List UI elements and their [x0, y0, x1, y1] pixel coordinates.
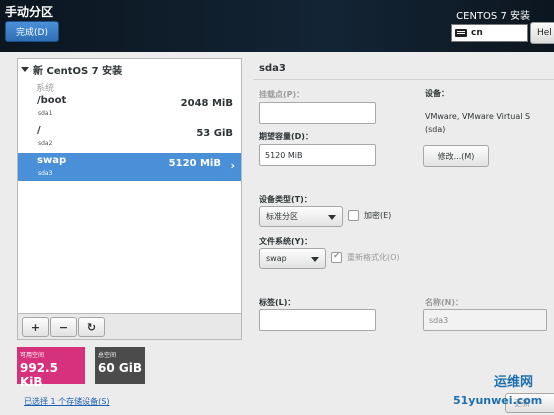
encrypt-label: 加密(E) — [364, 211, 392, 220]
partition-detail-title: sda3 — [259, 63, 286, 74]
mount-point-label: 挂载点(P)： — [259, 90, 305, 99]
filesystem-value: swap — [266, 254, 287, 263]
partition-size: 5120 MiB — [168, 158, 221, 169]
keyboard-layout-indicator[interactable]: cn — [451, 24, 528, 42]
watermark-logo: 运维网 51yunwei.com — [448, 366, 554, 415]
partition-mount: /boot — [37, 95, 67, 106]
keyboard-icon — [455, 29, 467, 37]
reformat-checkbox-row[interactable]: 重新格式化(O) — [331, 251, 400, 263]
partition-size: 53 GiB — [196, 128, 233, 139]
capacity-label: 期望容量(D)： — [259, 132, 313, 141]
modify-device-button[interactable]: 修改...(M) — [423, 145, 489, 167]
device-type-label: 设备类型(T)： — [259, 195, 312, 204]
install-heading[interactable]: 新 CentOS 7 安装 — [21, 62, 122, 77]
help-button[interactable]: Hel — [530, 22, 554, 44]
refresh-button[interactable]: ↻ — [78, 317, 105, 337]
tag-input[interactable] — [259, 309, 376, 331]
add-partition-button[interactable]: + — [22, 317, 49, 337]
dropdown-arrow-icon — [311, 257, 319, 262]
remove-partition-button[interactable]: − — [50, 317, 77, 337]
page-title: 手动分区 — [5, 5, 54, 19]
device-description: VMware, VMware Virtual S (sda) — [425, 112, 531, 134]
device-type-select[interactable]: 标准分区 — [259, 206, 343, 227]
done-button[interactable]: 完成(D) — [5, 21, 59, 42]
header-bar: 手动分区 完成(D) CENTOS 7 安装 cn Hel — [0, 0, 554, 52]
total-space-value: 60 GiB — [98, 361, 142, 375]
dropdown-arrow-icon — [328, 215, 336, 220]
partition-device: sda3 — [38, 170, 53, 177]
total-space-box: 总空间 60 GiB — [95, 347, 145, 384]
product-title: CENTOS 7 安装 — [456, 11, 530, 22]
available-space-value: 992.5 KiB — [20, 361, 58, 389]
watermark-sub: 51yunwei.com — [453, 394, 543, 407]
encrypt-checkbox-row[interactable]: 加密(E) — [348, 210, 391, 221]
partition-row[interactable]: /boot sda1 2048 MiB — [18, 93, 241, 121]
capacity-input[interactable]: 5120 MiB — [259, 144, 376, 166]
divider — [253, 79, 554, 80]
partition-toolbar: + − ↻ — [17, 314, 242, 340]
encrypt-checkbox[interactable] — [348, 210, 359, 221]
partition-size: 2048 MiB — [180, 98, 233, 109]
partition-mount: swap — [37, 155, 67, 166]
tag-label: 标签(L)： — [259, 298, 296, 307]
storage-devices-link[interactable]: 已选择 1 个存储设备(S) — [24, 396, 110, 407]
total-space-label: 总空间 — [98, 352, 117, 359]
name-label: 名称(N)： — [425, 298, 464, 307]
mount-point-input[interactable] — [259, 102, 376, 124]
filesystem-select[interactable]: swap — [259, 248, 326, 269]
chevron-right-icon: › — [230, 159, 235, 172]
partition-row[interactable]: / sda2 53 GiB — [18, 123, 241, 151]
partition-list: 新 CentOS 7 安装 系统 /boot sda1 2048 MiB / s… — [17, 58, 242, 314]
keyboard-layout-label: cn — [471, 28, 483, 38]
partition-row-selected[interactable]: swap sda3 5120 MiB › — [18, 153, 241, 181]
available-space-label: 可用空间 — [20, 352, 45, 359]
device-heading: 设备： — [425, 89, 449, 98]
partition-mount: / — [37, 125, 41, 136]
device-type-value: 标准分区 — [266, 212, 298, 221]
available-space-box: 可用空间 992.5 KiB — [17, 347, 85, 389]
reformat-checkbox[interactable] — [331, 251, 342, 263]
install-heading-label: 新 CentOS 7 安装 — [33, 66, 123, 77]
expand-triangle-icon[interactable] — [21, 67, 29, 72]
partition-device: sda1 — [38, 110, 53, 117]
name-input[interactable]: sda3 — [423, 309, 547, 331]
reformat-label: 重新格式化(O) — [347, 253, 400, 262]
watermark-title: 运维网 — [494, 375, 534, 390]
partition-device: sda2 — [38, 140, 53, 147]
filesystem-label: 文件系统(Y)： — [259, 237, 313, 246]
